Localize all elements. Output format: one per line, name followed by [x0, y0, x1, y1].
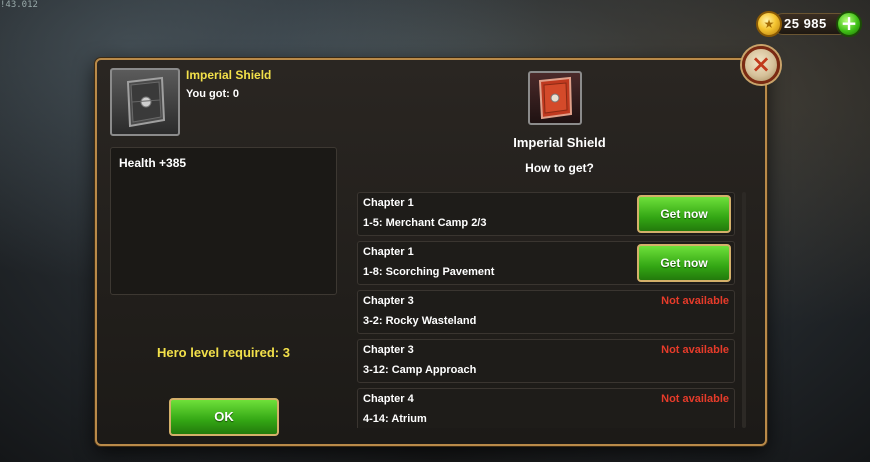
- source-row: Chapter 1 1-8: Scorching Pavement Get no…: [357, 241, 735, 285]
- owned-count: You got: 0: [186, 88, 239, 100]
- source-row: Chapter 3 3-12: Camp Approach Not availa…: [357, 339, 735, 383]
- source-chapter: Chapter 3: [363, 295, 414, 307]
- source-chapter: Chapter 4: [363, 393, 414, 405]
- source-list-scrollbar[interactable]: [742, 192, 746, 428]
- close-button[interactable]: ×: [742, 46, 780, 84]
- not-available-label: Not available: [661, 295, 729, 307]
- source-stage: 3-2: Rocky Wasteland: [363, 315, 477, 327]
- shield-icon: [538, 76, 573, 120]
- source-row: Chapter 4 4-14: Atrium Not available: [357, 388, 735, 428]
- not-available-label: Not available: [661, 344, 729, 356]
- gold-coin-icon: ★: [756, 11, 782, 37]
- source-item-title: Imperial Shield: [513, 135, 606, 150]
- item-name: Imperial Shield: [186, 68, 272, 82]
- add-gold-button[interactable]: +: [836, 11, 862, 37]
- source-stage: 3-12: Camp Approach: [363, 364, 477, 376]
- gold-amount: 25 985: [784, 16, 827, 31]
- debug-readout: !43.012: [0, 0, 38, 10]
- shield-icon: [126, 76, 166, 128]
- source-chapter: Chapter 1: [363, 197, 414, 209]
- get-now-button[interactable]: Get now: [637, 195, 731, 233]
- source-item-frame: [528, 71, 582, 125]
- ok-button[interactable]: OK: [169, 398, 279, 436]
- how-to-get-label: How to get?: [525, 161, 594, 175]
- source-stage: 4-14: Atrium: [363, 413, 427, 425]
- gold-currency: ★ 25 985 +: [756, 10, 862, 38]
- source-row: Chapter 1 1-5: Merchant Camp 2/3 Get now: [357, 192, 735, 236]
- not-available-label: Not available: [661, 393, 729, 405]
- item-info-dialog: Imperial Shield You got: 0 Health +385 H…: [95, 58, 767, 446]
- hero-level-required: Hero level required: 3: [157, 345, 290, 360]
- source-stage: 1-8: Scorching Pavement: [363, 266, 495, 278]
- source-chapter: Chapter 1: [363, 246, 414, 258]
- source-row: Chapter 3 3-2: Rocky Wasteland Not avail…: [357, 290, 735, 334]
- source-stage: 1-5: Merchant Camp 2/3: [363, 217, 487, 229]
- get-now-button[interactable]: Get now: [637, 244, 731, 282]
- source-chapter: Chapter 3: [363, 344, 414, 356]
- item-frame: [110, 68, 180, 136]
- source-list: Chapter 1 1-5: Merchant Camp 2/3 Get now…: [357, 192, 735, 428]
